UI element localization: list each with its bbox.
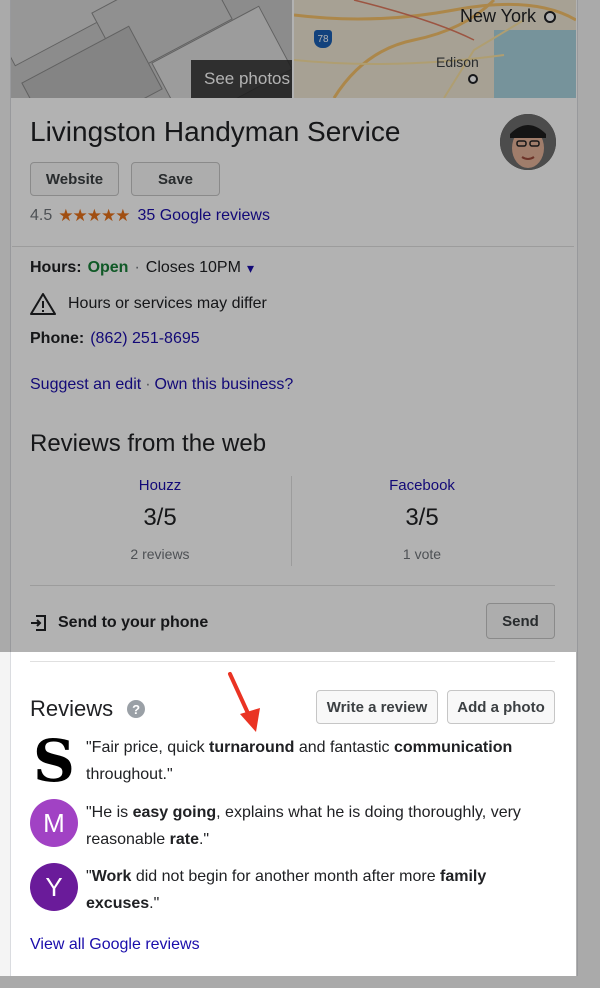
dim-overlay	[576, 652, 600, 976]
view-all-reviews-link[interactable]: View all Google reviews	[30, 936, 200, 954]
phone-row: Phone: (862) 251-8695	[30, 330, 200, 348]
review-text: ."	[149, 895, 160, 912]
web-review-source[interactable]: Facebook 3/5 1 vote	[292, 477, 552, 562]
see-photos-button[interactable]: See photos	[191, 60, 292, 98]
rating-row: 4.5 ★★★★★ 35 Google reviews	[30, 206, 270, 226]
help-icon[interactable]: ?	[127, 700, 146, 718]
source-score: 3/5	[143, 504, 177, 531]
owner-avatar[interactable]	[500, 114, 556, 170]
map-label-city: New York	[460, 6, 537, 26]
hours-status: Open	[87, 259, 129, 276]
divider	[12, 246, 574, 247]
review-keyword: family	[440, 868, 487, 885]
warning-icon	[30, 293, 56, 315]
review-keyword: Work	[91, 868, 132, 885]
send-to-phone-icon	[31, 615, 46, 631]
review-text: "He is	[86, 804, 133, 821]
send-button[interactable]: Send	[486, 603, 555, 639]
reviewer-avatar: Y	[30, 863, 78, 911]
website-button[interactable]: Website	[30, 162, 119, 196]
review-keyword: turnaround	[209, 739, 295, 756]
warning-row: Hours or services may differ	[30, 292, 267, 316]
review-text: ."	[198, 831, 210, 848]
add-photo-button[interactable]: Add a photo	[447, 690, 555, 724]
dim-overlay	[0, 976, 600, 988]
write-review-button[interactable]: Write a review	[316, 690, 438, 724]
review-keyword: excuses	[86, 895, 150, 912]
review-text: "Fair price, quick	[86, 739, 210, 756]
owner-face-icon	[500, 114, 556, 170]
web-reviews-title: Reviews from the web	[30, 430, 267, 457]
review-keyword: communication	[394, 739, 513, 756]
save-button[interactable]: Save	[131, 162, 220, 196]
source-count: 2 reviews	[130, 546, 190, 562]
send-to-phone-label: Send to your phone	[58, 614, 209, 631]
map-pin-icon	[544, 11, 556, 23]
reviewer-avatar: S	[33, 727, 75, 795]
hours-row[interactable]: Hours: Open · Closes 10PM ▾	[30, 259, 254, 277]
reviews-heading: Reviews ?	[30, 696, 146, 722]
send-to-phone-row[interactable]: Send to your phone	[30, 614, 208, 632]
separator: ·	[145, 376, 151, 393]
review-item[interactable]: Y "Work did not begin for another month …	[30, 863, 560, 917]
own-business-link[interactable]: Own this business?	[155, 376, 294, 394]
business-photo[interactable]: See photos	[11, 0, 292, 98]
review-text: did not begin for another month after mo…	[131, 868, 441, 885]
web-review-source[interactable]: Houzz 3/5 2 reviews	[30, 477, 290, 562]
closing-time: Closes 10PM	[145, 259, 241, 276]
divider	[30, 661, 555, 662]
source-count: 1 vote	[402, 546, 442, 562]
edit-links-row: Suggest an edit · Own this business?	[30, 376, 293, 394]
map-label-town: Edison	[436, 54, 479, 70]
reviews-title: Reviews	[30, 696, 114, 721]
reviewer-avatar: M	[30, 799, 78, 847]
phone-label: Phone:	[30, 330, 85, 347]
divider	[30, 585, 555, 586]
phone-number-link[interactable]: (862) 251-8695	[90, 330, 199, 348]
google-reviews-link[interactable]: 35 Google reviews	[137, 207, 270, 225]
separator: ·	[134, 259, 140, 276]
review-text: and fantastic	[294, 739, 394, 756]
warning-text: Hours or services may differ	[68, 295, 267, 312]
source-name[interactable]: Houzz	[30, 477, 290, 494]
highway-shield-icon: 78	[314, 30, 332, 48]
review-keyword: rate	[169, 831, 199, 848]
review-item[interactable]: M "He is easy going, explains what he is…	[30, 799, 560, 853]
view-all-row: View all Google reviews	[30, 936, 200, 954]
review-snippet: "Fair price, quick turnaround and fantas…	[86, 734, 560, 790]
star-rating-icon: ★★★★★	[58, 206, 130, 225]
review-snippet: "He is easy going, explains what he is d…	[86, 799, 560, 853]
suggest-edit-link[interactable]: Suggest an edit	[30, 376, 141, 394]
source-name[interactable]: Facebook	[292, 477, 552, 494]
business-name: Livingston Handyman Service	[30, 116, 401, 147]
hours-label: Hours:	[30, 259, 82, 276]
review-item[interactable]: S "Fair price, quick turnaround and fant…	[30, 727, 560, 795]
map-pin-icon	[468, 74, 478, 84]
review-text: throughout."	[86, 766, 173, 783]
rating-value: 4.5	[30, 207, 53, 224]
chevron-down-icon[interactable]: ▾	[247, 260, 254, 277]
source-score: 3/5	[405, 504, 439, 531]
review-keyword: easy going	[132, 804, 217, 821]
location-map[interactable]: 78 New York Edison	[294, 0, 576, 98]
review-snippet: "Work did not begin for another month af…	[86, 863, 560, 917]
annotation-arrow-icon	[228, 672, 260, 732]
